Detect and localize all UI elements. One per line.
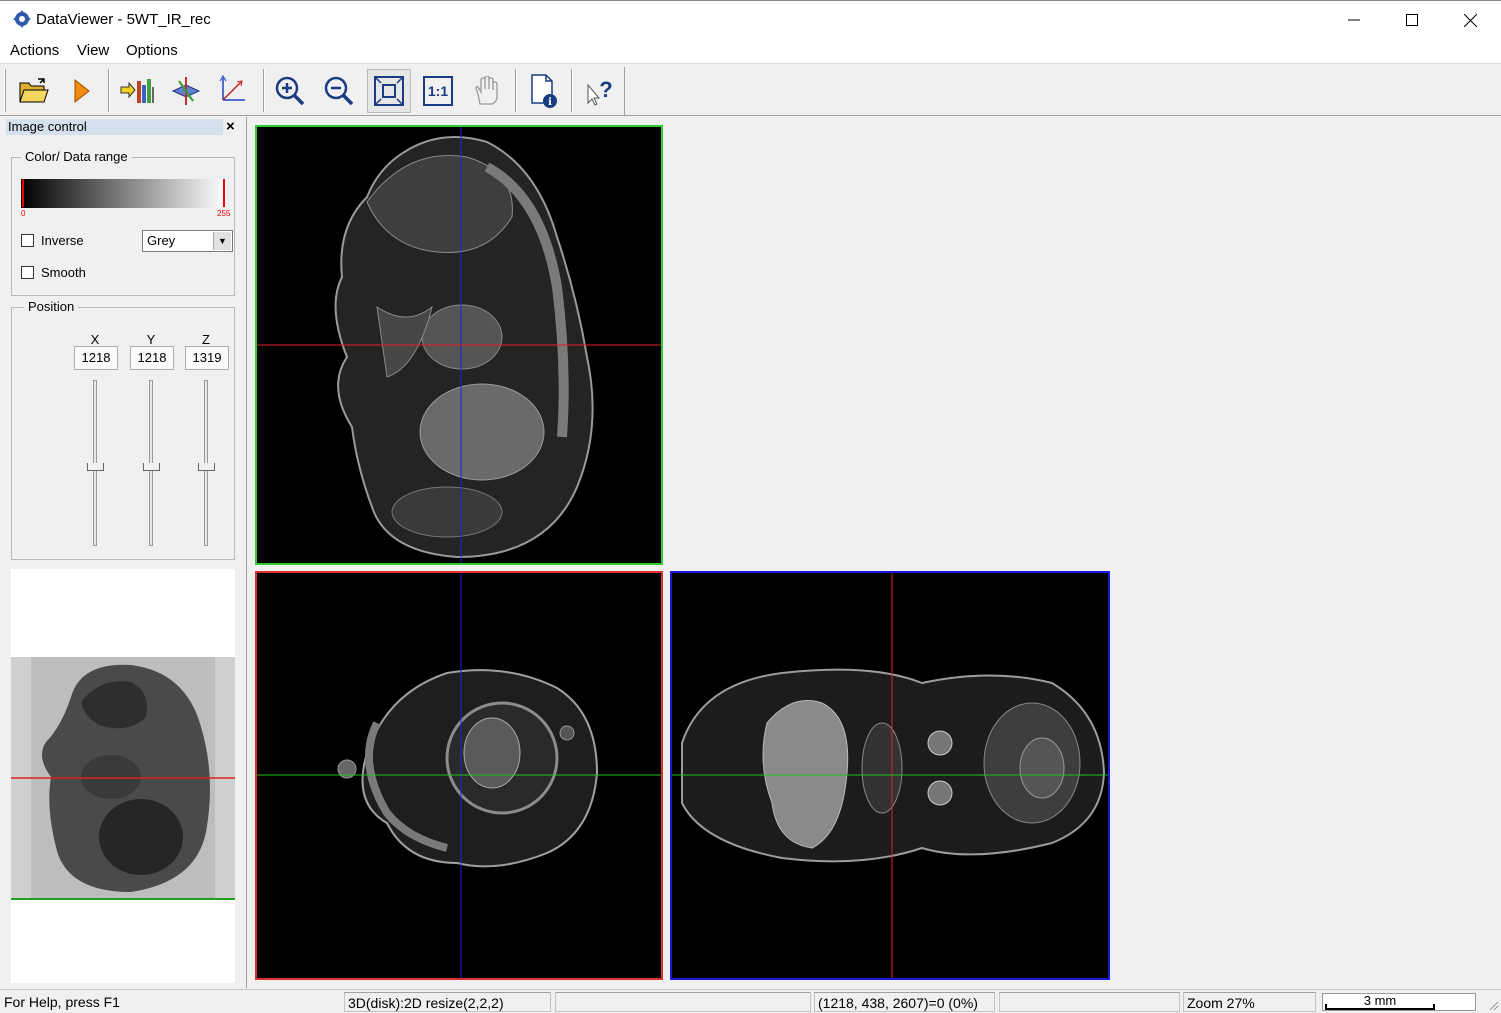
toolbar: 1:1 i ? xyxy=(0,65,1501,116)
actual-size-icon: 1:1 xyxy=(423,76,453,106)
specimen-projection xyxy=(11,657,235,900)
zoom-out-icon xyxy=(324,76,354,106)
position-y-field[interactable]: 1218 xyxy=(130,346,174,370)
zoom-in-icon xyxy=(275,76,305,106)
3d-axes-icon xyxy=(219,75,245,101)
panel-close-button[interactable]: × xyxy=(226,118,235,135)
range-max-value: 255 xyxy=(217,209,231,218)
chevron-down-icon[interactable]: ▼ xyxy=(213,232,231,250)
projection-preview[interactable] xyxy=(11,569,235,983)
status-empty-pane-2 xyxy=(999,992,1180,1012)
image-control-panel: Image control × Color/ Data range 0 255 … xyxy=(0,117,247,988)
menu-bar: Actions View Options xyxy=(0,38,1501,64)
sagittal-slice-image xyxy=(257,127,661,563)
minimize-button[interactable] xyxy=(1325,1,1383,39)
sorting-icon xyxy=(120,79,154,103)
hand-icon xyxy=(475,76,498,105)
zoom-out-button[interactable] xyxy=(317,69,361,113)
slice-planes-icon xyxy=(171,77,201,105)
file-info-icon: i xyxy=(531,74,557,108)
position-label: Position xyxy=(24,299,79,314)
toolbar-end xyxy=(624,67,625,115)
fit-window-icon xyxy=(374,76,404,106)
menu-options[interactable]: Options xyxy=(126,42,178,59)
smooth-label: Smooth xyxy=(41,265,86,280)
sagittal-view[interactable] xyxy=(255,125,663,565)
app-icon xyxy=(13,10,31,28)
scale-bar: 3 mm xyxy=(1322,993,1476,1011)
slice-planes-button[interactable] xyxy=(164,69,208,113)
color-range-group: Color/ Data range 0 255 Inverse Smooth G… xyxy=(11,149,235,296)
maximize-icon xyxy=(1406,14,1418,26)
window-title: DataViewer - 5WT_IR_rec xyxy=(36,11,211,28)
close-icon xyxy=(1463,13,1477,27)
play-icon xyxy=(74,78,90,104)
coronal-view[interactable] xyxy=(255,571,663,980)
maximize-button[interactable] xyxy=(1383,1,1441,39)
status-coordinates: (1218, 438, 2607)=0 (0%) xyxy=(814,992,995,1012)
file-info-button[interactable]: i xyxy=(522,69,566,113)
inverse-checkbox-row[interactable]: Inverse xyxy=(21,233,84,248)
3d-view-button[interactable] xyxy=(213,69,257,113)
range-max-marker[interactable] xyxy=(223,179,225,207)
toolbar-separator xyxy=(263,69,265,112)
smooth-checkbox-row[interactable]: Smooth xyxy=(21,265,86,280)
axis-z-label: Z xyxy=(202,332,210,347)
position-y-slider-thumb[interactable] xyxy=(143,463,160,471)
toolbar-grip xyxy=(4,69,6,112)
colormap-select[interactable]: Grey ▼ xyxy=(142,230,233,252)
position-group: Position X Y Z 1218 1218 1319 xyxy=(11,299,235,560)
open-folder-icon xyxy=(19,78,49,103)
status-zoom: Zoom 27% xyxy=(1183,992,1316,1012)
status-bar: For Help, press F1 3D(disk):2D resize(2,… xyxy=(0,989,1501,1013)
axial-slice-image xyxy=(672,573,1108,978)
minimize-icon xyxy=(1348,19,1360,21)
inverse-checkbox[interactable] xyxy=(21,234,34,247)
menu-actions[interactable]: Actions xyxy=(10,42,59,59)
close-button[interactable] xyxy=(1441,1,1499,39)
axis-y-label: Y xyxy=(146,332,156,347)
projection-image[interactable] xyxy=(11,657,235,900)
status-help-text: For Help, press F1 xyxy=(4,994,120,1010)
status-empty-pane xyxy=(555,992,811,1012)
position-x-slider-thumb[interactable] xyxy=(87,463,104,471)
scale-label: 3 mm xyxy=(1363,993,1397,1008)
position-z-slider-thumb[interactable] xyxy=(198,463,215,471)
svg-text:?: ? xyxy=(599,77,612,102)
status-mode: 3D(disk):2D resize(2,2,2) xyxy=(344,992,551,1012)
coronal-slice-image xyxy=(257,573,661,978)
position-z-field[interactable]: 1319 xyxy=(185,346,229,370)
toolbar-separator xyxy=(515,69,517,112)
title-bar: DataViewer - 5WT_IR_rec xyxy=(0,0,1501,38)
panel-title: Image control xyxy=(6,119,223,135)
data-range-gradient[interactable] xyxy=(21,179,226,208)
svg-text:i: i xyxy=(548,97,552,108)
colormap-value: Grey xyxy=(147,233,176,248)
inverse-label: Inverse xyxy=(41,233,84,248)
menu-view[interactable]: View xyxy=(77,42,109,59)
axis-x-label: X xyxy=(90,332,100,347)
context-help-button[interactable]: ? xyxy=(578,69,622,113)
open-button[interactable] xyxy=(12,69,56,113)
toolbar-separator xyxy=(108,69,110,112)
toolbar-separator xyxy=(571,69,573,112)
actual-size-label: 1:1 xyxy=(427,83,449,99)
sorting-button[interactable] xyxy=(115,69,159,113)
position-x-field[interactable]: 1218 xyxy=(74,346,118,370)
pan-button[interactable] xyxy=(464,69,508,113)
axial-view[interactable] xyxy=(670,571,1110,980)
play-button[interactable] xyxy=(60,69,104,113)
resize-grip-icon[interactable] xyxy=(1487,999,1499,1011)
zoom-in-button[interactable] xyxy=(268,69,312,113)
color-range-label: Color/ Data range xyxy=(21,149,132,164)
actual-size-button[interactable]: 1:1 xyxy=(416,69,460,113)
range-min-marker[interactable] xyxy=(22,179,24,207)
smooth-checkbox[interactable] xyxy=(21,266,34,279)
fit-to-window-button[interactable] xyxy=(367,69,411,113)
range-min-value: 0 xyxy=(21,209,26,218)
help-cursor-icon: ? xyxy=(587,77,613,106)
